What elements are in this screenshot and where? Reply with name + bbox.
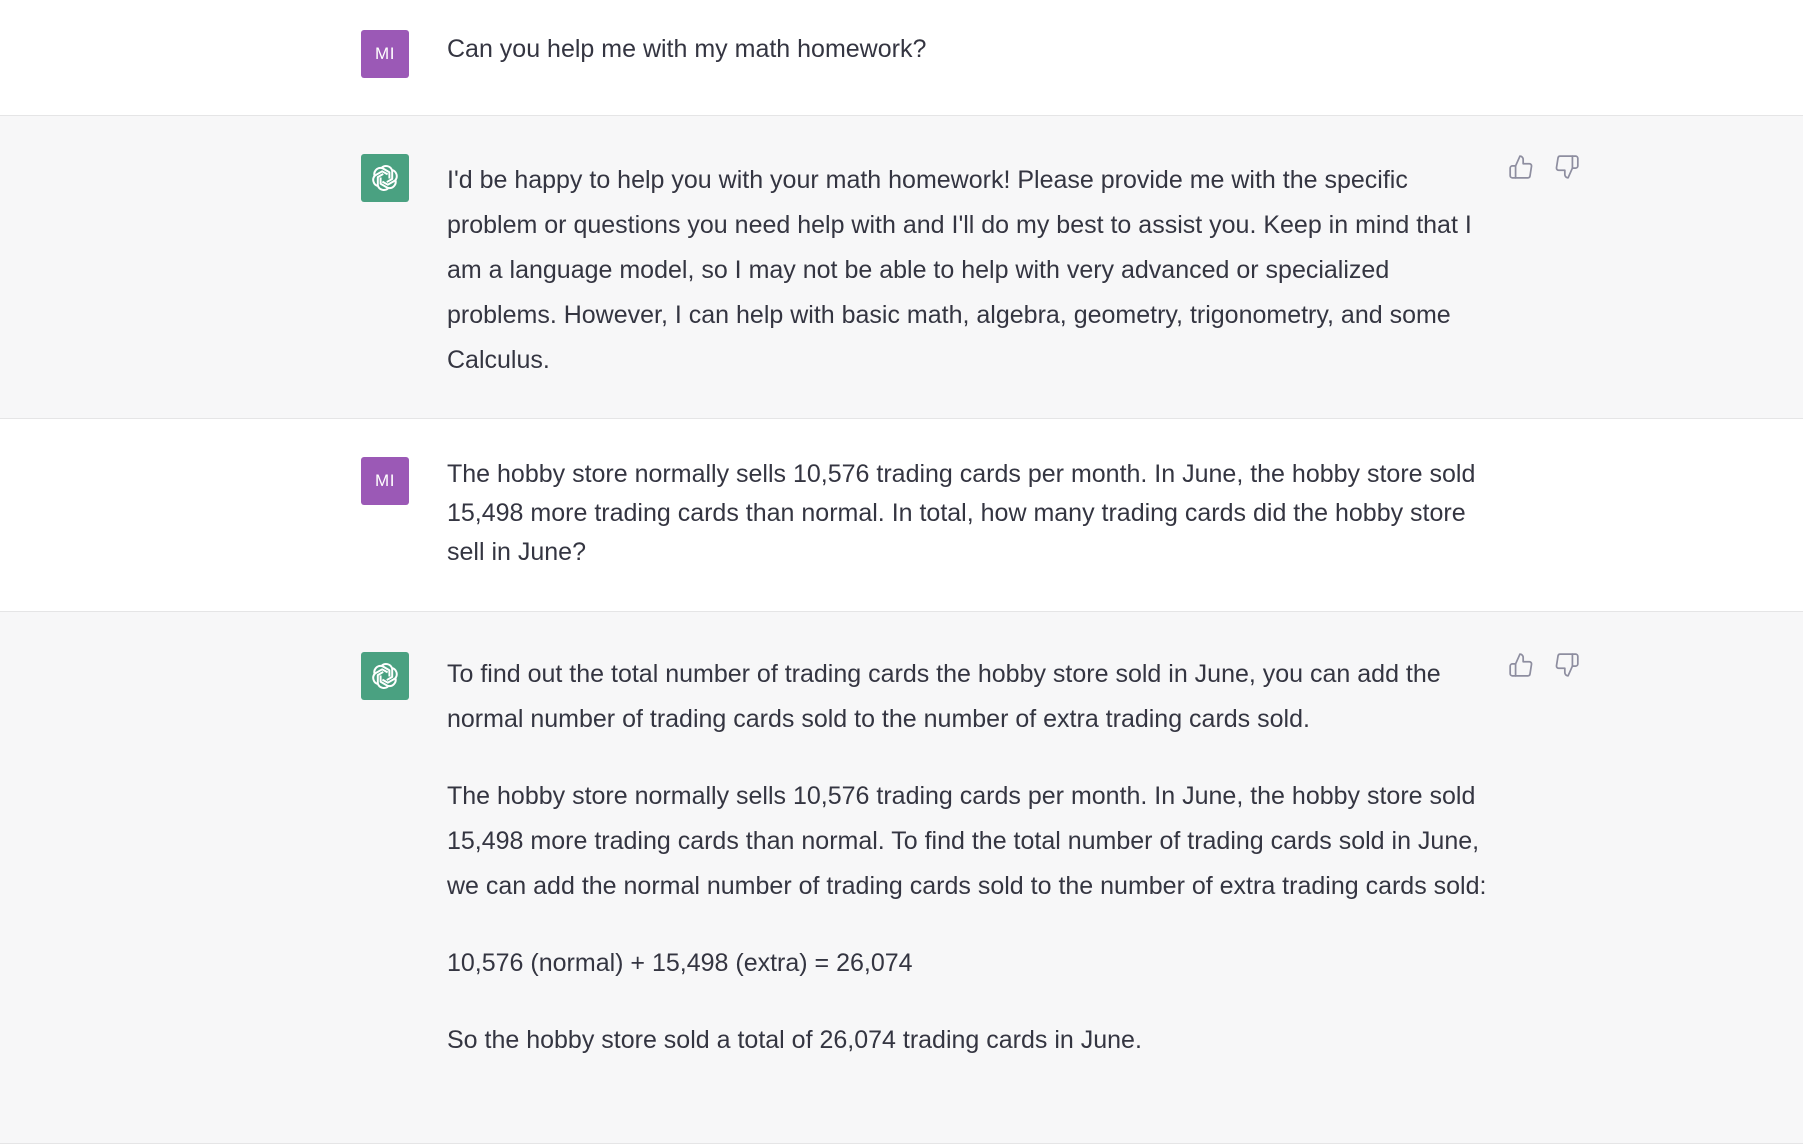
message-paragraph: So the hobby store sold a total of 26,07… — [447, 1026, 1142, 1054]
message-row-user: MI Can you help me with my math homework… — [0, 0, 1803, 116]
assistant-avatar — [361, 652, 409, 700]
thumbs-up-icon — [1509, 155, 1533, 179]
thumbs-up-button[interactable] — [1508, 652, 1534, 678]
message-paragraph: The hobby store normally sells 10,576 tr… — [447, 782, 1487, 900]
message-text: Can you help me with my math homework? — [447, 30, 1497, 69]
message-text: To find out the total number of trading … — [447, 652, 1497, 1063]
feedback-buttons — [1508, 652, 1580, 678]
thumbs-down-icon — [1555, 155, 1579, 179]
thumbs-down-button[interactable] — [1554, 154, 1580, 180]
feedback-buttons — [1508, 154, 1580, 180]
user-avatar-initials: MI — [375, 471, 395, 490]
message-text: I'd be happy to help you with your math … — [447, 158, 1497, 383]
assistant-avatar — [361, 154, 409, 202]
thumbs-up-icon — [1509, 653, 1533, 677]
user-avatar: MI — [361, 457, 409, 505]
message-row-assistant: I'd be happy to help you with your math … — [0, 116, 1803, 419]
message-row-assistant: To find out the total number of trading … — [0, 612, 1803, 1144]
message-paragraph: The hobby store normally sells 10,576 tr… — [447, 460, 1476, 566]
message-row-user: MI The hobby store normally sells 10,576… — [0, 419, 1803, 612]
message-paragraph: Can you help me with my math homework? — [447, 35, 927, 63]
openai-logo-icon — [372, 165, 398, 191]
chat-thread: MI Can you help me with my math homework… — [0, 0, 1803, 1144]
thumbs-down-button[interactable] — [1554, 652, 1580, 678]
message-paragraph: 10,576 (normal) + 15,498 (extra) = 26,07… — [447, 949, 913, 977]
message-text: The hobby store normally sells 10,576 tr… — [447, 455, 1497, 572]
thumbs-down-icon — [1555, 653, 1579, 677]
user-avatar: MI — [361, 30, 409, 78]
thumbs-up-button[interactable] — [1508, 154, 1534, 180]
user-avatar-initials: MI — [375, 44, 395, 63]
message-paragraph: To find out the total number of trading … — [447, 660, 1441, 733]
message-paragraph: I'd be happy to help you with your math … — [447, 166, 1472, 374]
openai-logo-icon — [372, 663, 398, 689]
